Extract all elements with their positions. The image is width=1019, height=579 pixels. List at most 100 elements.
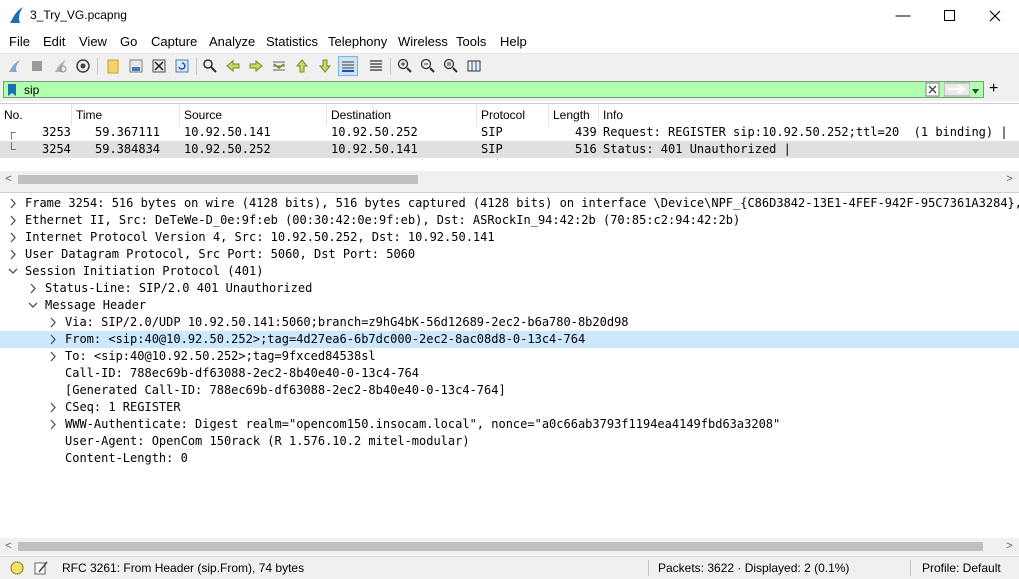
detail-tree-label: Ethernet II, Src: DeTeWe-D_0e:9f:eb (00:… (25, 213, 741, 227)
zoom-normal-icon[interactable] (441, 56, 461, 76)
detail-tree-label: To: <sip:40@10.92.50.252>;tag=9fxced8453… (65, 349, 376, 363)
detail-tree-label: From: <sip:40@10.92.50.252>;tag=4d27ea6-… (65, 332, 586, 346)
packet-no: 3253 (42, 125, 71, 139)
status-separator (910, 560, 911, 576)
packet-destination: 10.92.50.141 (331, 142, 418, 156)
menu-telephony[interactable]: Telephony (328, 34, 387, 49)
clear-filter-icon[interactable] (925, 82, 940, 100)
detail-tree-row[interactable]: To: <sip:40@10.92.50.252>;tag=9fxced8453… (0, 348, 1019, 365)
autoscroll-icon[interactable] (338, 56, 358, 76)
packet-row-selected[interactable]: └ 3254 59.384834 10.92.50.252 10.92.50.1… (0, 141, 1019, 158)
packet-no: 3254 (42, 142, 71, 156)
menu-view[interactable]: View (79, 34, 107, 49)
main-toolbar (0, 53, 1019, 80)
packet-info: Status: 401 Unauthorized | (603, 142, 791, 156)
detail-tree-label: Session Initiation Protocol (401) (25, 264, 264, 278)
column-header-info[interactable]: Info (599, 104, 1019, 126)
toolbar-separator (97, 58, 98, 75)
detail-tree-row[interactable]: Frame 3254: 516 bytes on wire (4128 bits… (0, 195, 1019, 212)
packet-source: 10.92.50.141 (184, 125, 271, 139)
detail-tree-row[interactable]: Message Header (0, 297, 1019, 314)
packet-protocol: SIP (481, 142, 503, 156)
scroll-right-icon[interactable]: > (1001, 538, 1018, 555)
add-filter-button-icon[interactable]: + (989, 80, 998, 98)
packet-list-horizontal-scrollbar[interactable]: < > (0, 171, 1019, 188)
profile-text[interactable]: Profile: Default (922, 561, 1001, 575)
detail-tree-row[interactable]: Internet Protocol Version 4, Src: 10.92.… (0, 229, 1019, 246)
menu-tools[interactable]: Tools (456, 34, 486, 49)
detail-tree-row[interactable]: Ethernet II, Src: DeTeWe-D_0e:9f:eb (00:… (0, 212, 1019, 229)
reload-file-icon[interactable] (172, 56, 192, 76)
column-header-destination[interactable]: Destination (327, 104, 477, 126)
display-filter-bar: sip + (0, 79, 1019, 101)
detail-tree-label: Status-Line: SIP/2.0 401 Unauthorized (45, 281, 313, 295)
go-to-packet-icon[interactable] (269, 56, 289, 76)
scroll-left-icon[interactable]: < (0, 171, 17, 188)
wireshark-logo-icon (8, 6, 24, 27)
menu-statistics[interactable]: Statistics (266, 34, 318, 49)
menu-edit[interactable]: Edit (43, 34, 65, 49)
go-forward-icon[interactable] (246, 56, 266, 76)
display-filter-input[interactable]: sip (3, 81, 984, 98)
field-info-text: RFC 3261: From Header (sip.From), 74 byt… (62, 561, 305, 575)
column-header-no[interactable]: No. (0, 104, 72, 126)
zoom-in-icon[interactable] (395, 56, 415, 76)
menu-go[interactable]: Go (120, 34, 137, 49)
detail-tree-row[interactable]: User-Agent: OpenCom 150rack (R 1.576.10.… (0, 433, 1019, 450)
detail-tree-label: User Datagram Protocol, Src Port: 5060, … (25, 247, 416, 261)
capture-comment-icon[interactable] (33, 560, 49, 579)
menu-wireless[interactable]: Wireless (398, 34, 448, 49)
restart-capture-icon[interactable] (50, 56, 70, 76)
stop-capture-icon[interactable] (27, 56, 47, 76)
start-capture-icon[interactable] (4, 56, 24, 76)
scroll-left-icon[interactable]: < (0, 538, 17, 555)
detail-tree-row[interactable]: Session Initiation Protocol (401) (0, 263, 1019, 280)
find-packet-icon[interactable] (200, 56, 220, 76)
column-header-protocol[interactable]: Protocol (477, 104, 549, 126)
column-header-length[interactable]: Length (549, 104, 599, 126)
scrollbar-thumb[interactable] (18, 542, 983, 551)
detail-tree-row[interactable]: Content-Length: 0 (0, 450, 1019, 467)
menu-help[interactable]: Help (500, 34, 527, 49)
filter-dropdown-icon[interactable] (971, 85, 980, 99)
close-file-icon[interactable] (149, 56, 169, 76)
menu-capture[interactable]: Capture (151, 34, 197, 49)
bookmark-icon[interactable] (7, 83, 17, 100)
apply-filter-icon[interactable] (943, 82, 971, 100)
detail-tree-row[interactable]: [Generated Call-ID: 788ec69b-df63088-2ec… (0, 382, 1019, 399)
detail-tree-row[interactable]: CSeq: 1 REGISTER (0, 399, 1019, 416)
column-header-time[interactable]: Time (72, 104, 180, 126)
colorize-icon[interactable] (366, 56, 386, 76)
capture-options-icon[interactable] (73, 56, 93, 76)
open-file-icon[interactable] (103, 56, 123, 76)
go-back-icon[interactable] (223, 56, 243, 76)
packet-info: Request: REGISTER sip:10.92.50.252;ttl=2… (603, 125, 1008, 139)
resize-columns-icon[interactable] (464, 56, 484, 76)
maximize-button[interactable] (926, 0, 972, 31)
minimize-button[interactable]: — (880, 0, 926, 31)
detail-tree-row[interactable]: Status-Line: SIP/2.0 401 Unauthorized (0, 280, 1019, 297)
status-bar: RFC 3261: From Header (sip.From), 74 byt… (0, 556, 1019, 579)
packet-row[interactable]: ┌ 3253 59.367111 10.92.50.141 10.92.50.2… (0, 124, 1019, 141)
close-button[interactable] (972, 0, 1018, 31)
detail-tree-label: Via: SIP/2.0/UDP 10.92.50.141:5060;branc… (65, 315, 629, 329)
packet-time: 59.367111 (95, 125, 161, 139)
menu-analyze[interactable]: Analyze (209, 34, 255, 49)
packet-list: No. Time Source Destination Protocol Len… (0, 103, 1019, 188)
menu-file[interactable]: File (9, 34, 30, 49)
packet-length: 439 (575, 125, 597, 139)
scrollbar-thumb[interactable] (18, 175, 418, 184)
zoom-out-icon[interactable] (418, 56, 438, 76)
detail-tree-row[interactable]: From: <sip:40@10.92.50.252>;tag=4d27ea6-… (0, 331, 1019, 348)
detail-tree-row[interactable]: Call-ID: 788ec69b-df63088-2ec2-8b40e40-0… (0, 365, 1019, 382)
go-first-packet-icon[interactable] (292, 56, 312, 76)
save-file-icon[interactable] (126, 56, 146, 76)
detail-tree-row[interactable]: Via: SIP/2.0/UDP 10.92.50.141:5060;branc… (0, 314, 1019, 331)
expert-info-icon[interactable] (10, 561, 24, 578)
go-last-packet-icon[interactable] (315, 56, 335, 76)
detail-tree-row[interactable]: WWW-Authenticate: Digest realm="opencom1… (0, 416, 1019, 433)
detail-tree-row[interactable]: User Datagram Protocol, Src Port: 5060, … (0, 246, 1019, 263)
column-header-source[interactable]: Source (180, 104, 327, 126)
details-horizontal-scrollbar[interactable]: < > (0, 538, 1019, 555)
scroll-right-icon[interactable]: > (1001, 171, 1018, 188)
